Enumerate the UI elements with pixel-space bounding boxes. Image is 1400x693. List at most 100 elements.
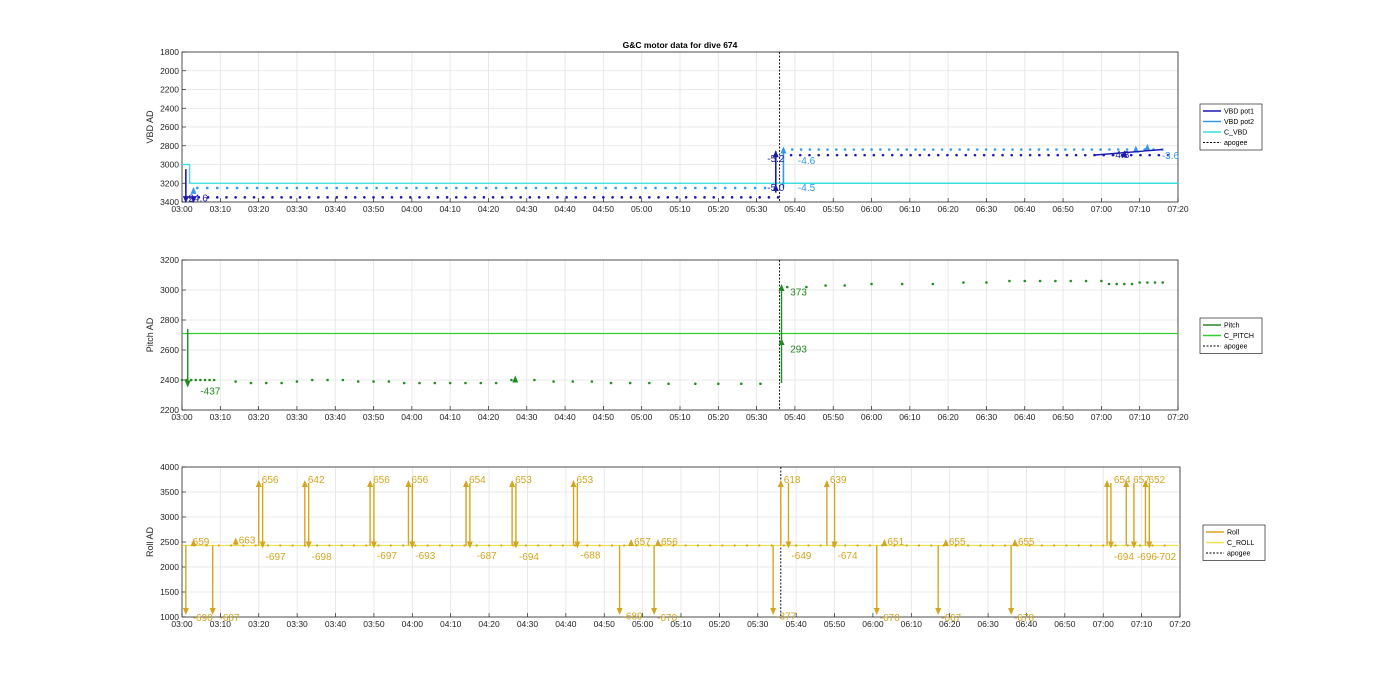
vbd-pot2-point — [790, 148, 794, 151]
vbd-pot1-point — [648, 196, 651, 199]
vbd-pot1-point — [1010, 153, 1014, 157]
vbd-pot2-point — [993, 148, 997, 151]
pitch-point — [962, 281, 965, 284]
vbd-pot1-point — [776, 196, 780, 199]
roll-point — [180, 544, 184, 547]
vbd-pot1-point — [546, 196, 550, 199]
vbd-pot2-point — [415, 186, 418, 190]
data-label: -3.6 — [1162, 151, 1180, 162]
x-tick-label: 06:20 — [938, 412, 960, 422]
y-tick-label: 4000 — [160, 462, 179, 472]
vbd-pot1-point — [992, 153, 995, 157]
data-label: 656 — [262, 475, 279, 486]
pitch-point — [1130, 282, 1134, 286]
vbd-pot1-point — [918, 153, 922, 157]
vbd-pot2-point — [1072, 148, 1076, 151]
pitch-point — [628, 381, 632, 385]
vbd-pot1-point — [1129, 153, 1133, 157]
vbd-pot2-point — [474, 186, 478, 190]
x-tick-label: 04:10 — [440, 412, 462, 422]
vbd-pot2-point — [763, 186, 767, 190]
vbd-pot2-point — [375, 186, 378, 190]
vbd-pot2-point — [703, 186, 707, 190]
data-label: -5.2 — [767, 154, 785, 165]
x-tick-label: 07:10 — [1129, 204, 1151, 214]
y-axis-label: Pitch AD — [145, 317, 155, 352]
roll-point — [598, 544, 601, 547]
roll-point — [684, 544, 687, 547]
roll-point — [967, 544, 970, 547]
vbd-pot2-point — [464, 186, 468, 190]
vbd-pot1-point — [1019, 153, 1023, 157]
vbd-pot1-point — [261, 196, 265, 199]
vbd-pot1-point — [767, 196, 771, 199]
vbd-pot1-point — [289, 196, 293, 199]
roll-point — [991, 544, 994, 547]
roll-point — [230, 544, 233, 547]
pitch-point — [870, 282, 873, 286]
data-label: 655 — [1018, 537, 1035, 548]
vbd-pot2-point — [1081, 148, 1085, 151]
x-tick-label: 06:10 — [899, 412, 921, 422]
legend-label: Roll — [1227, 530, 1240, 537]
roll-point — [709, 544, 712, 547]
vbd-pot2-point — [484, 186, 488, 190]
vbd-pot1-point — [418, 196, 421, 199]
vbd-pot1-point — [927, 153, 931, 157]
data-label: -649 — [791, 551, 811, 562]
roll-point — [328, 544, 331, 547]
x-tick-label: 05:10 — [669, 204, 691, 214]
vbd-pot1-point — [817, 153, 820, 157]
x-tick-label: 04:10 — [440, 619, 462, 629]
vbd-pot2-point — [713, 186, 717, 190]
roll-point — [1114, 544, 1117, 547]
vbd-pot2-point — [674, 186, 677, 190]
legend-label: apogee — [1227, 551, 1250, 558]
pitch-point — [1054, 279, 1057, 283]
vbd-pot1-point — [844, 153, 848, 157]
x-tick-label: 06:20 — [938, 204, 960, 214]
pitch-point — [387, 380, 391, 383]
vbd-pot1-point — [399, 196, 403, 199]
data-label: 659 — [193, 537, 210, 548]
x-tick-label: 05:10 — [669, 412, 691, 422]
x-tick-label: 03:10 — [210, 412, 232, 422]
vbd-pot1-point — [317, 196, 320, 199]
vbd-pot2-point — [826, 148, 829, 151]
y-tick-label: 2200 — [160, 405, 179, 415]
vbd-pot1-point — [390, 196, 394, 199]
vbd-pot1-point — [620, 196, 624, 199]
vbd-pot1-point — [789, 153, 793, 157]
vbd-pot2-point — [664, 186, 667, 190]
x-tick-label: 05:20 — [708, 412, 730, 422]
vbd-pot2-point — [544, 186, 548, 190]
vbd-pot1-point — [835, 153, 839, 157]
pitch-point — [590, 380, 594, 383]
pitch-point — [356, 380, 360, 383]
x-tick-label: 03:40 — [325, 619, 347, 629]
y-tick-label: 3400 — [160, 197, 179, 207]
x-tick-label: 07:00 — [1091, 412, 1113, 422]
x-tick-label: 04:50 — [593, 204, 615, 214]
panels: 03:00 03:10 03:20 03:30 03:40 03:50 04:00 04:10… — [145, 47, 1191, 629]
data-label: -4.6 — [798, 156, 816, 167]
vbd-pot1-point — [234, 196, 237, 199]
x-tick-label: 04:10 — [440, 204, 462, 214]
vbd-pot1-point — [703, 196, 706, 199]
y-tick-label: 3200 — [160, 255, 179, 265]
vbd-pot2-point — [834, 148, 838, 151]
vbd-pot1-point — [482, 196, 486, 199]
data-label: 651 — [887, 537, 904, 548]
x-tick-label: 04:50 — [594, 619, 616, 629]
x-tick-label: 04:00 — [402, 619, 424, 629]
vbd-pot2-point — [196, 186, 199, 190]
data-label: -694 — [1114, 552, 1134, 563]
vbd-pot2-point — [554, 186, 558, 190]
vbd-pot2-point — [584, 186, 588, 190]
y-tick-label: 2400 — [160, 375, 179, 385]
vbd-pot2-point — [1046, 148, 1050, 151]
data-label: -693 — [415, 551, 435, 562]
y-tick-label: 3200 — [160, 178, 179, 188]
y-tick-label: 2400 — [160, 103, 179, 113]
vbd-pot2-point — [215, 186, 219, 190]
